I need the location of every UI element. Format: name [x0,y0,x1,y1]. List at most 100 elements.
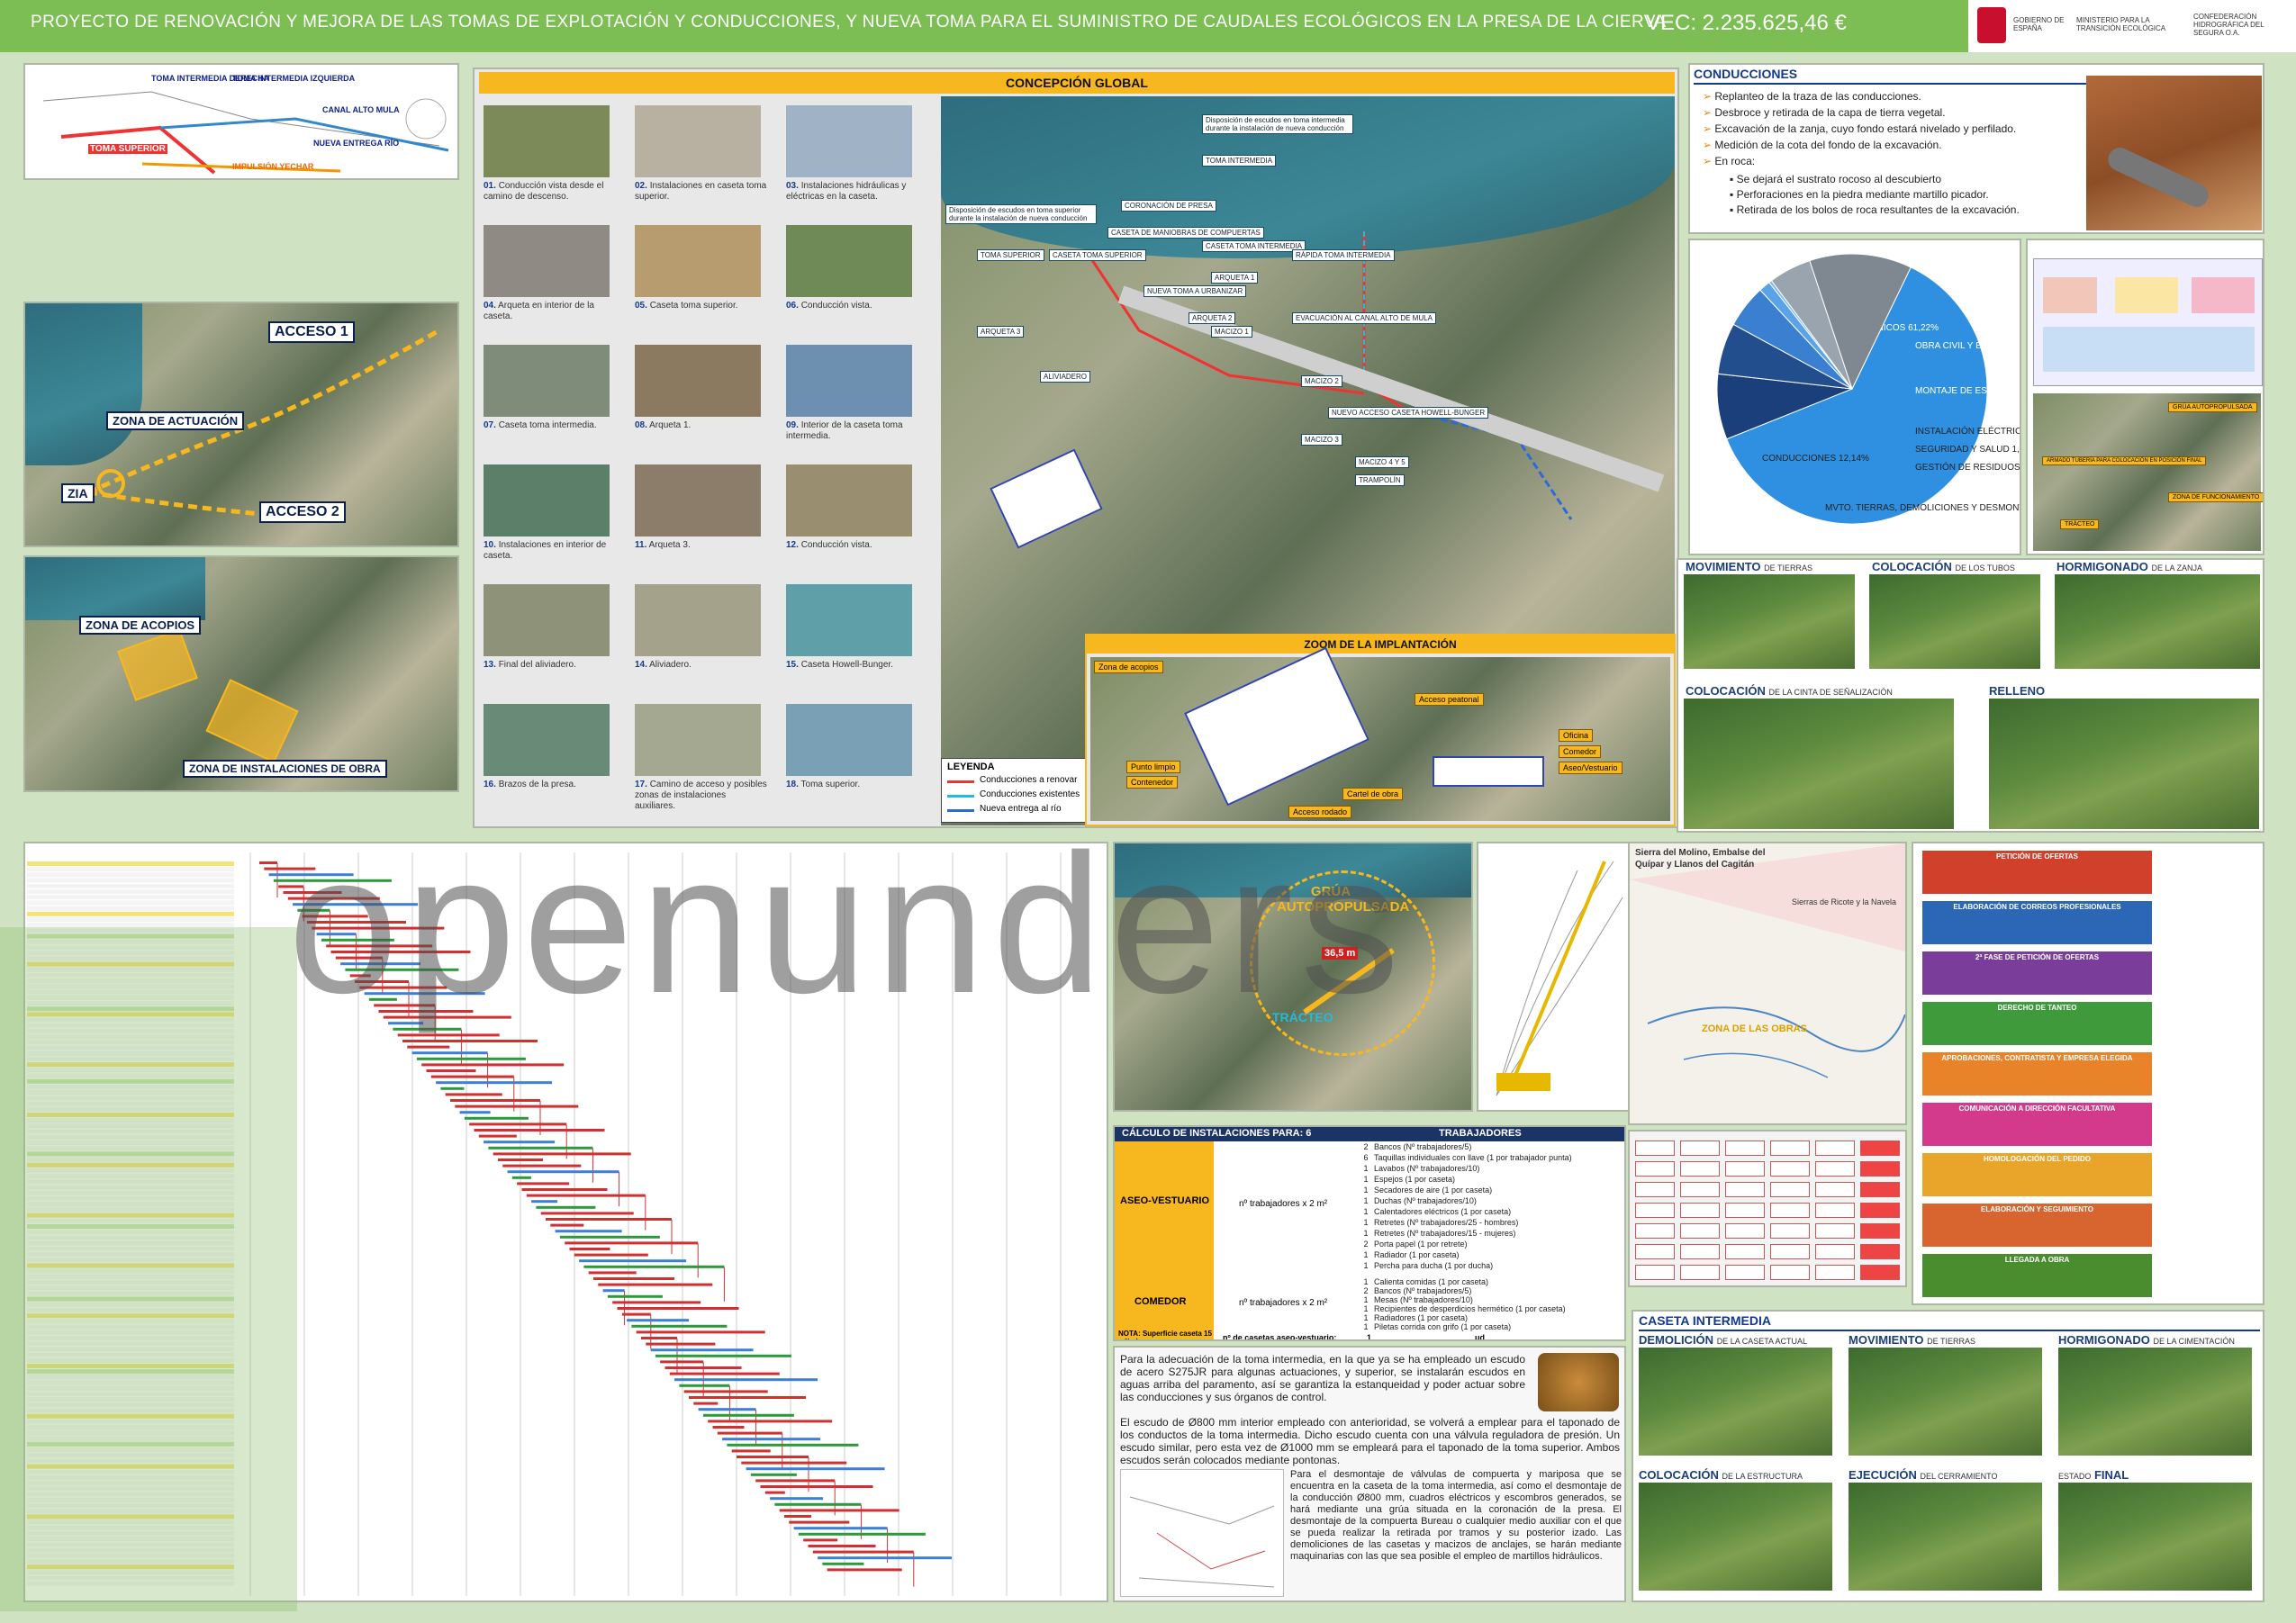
instalaciones-table: CÁLCULO DE INSTALACIONES PARA: 6 TRABAJA… [1113,1125,1626,1341]
gantt-bar-114 [798,1532,926,1536]
site-water [25,557,205,620]
gantt-bar-86 [664,1366,742,1369]
table-row-qty: 1 [1363,1207,1369,1216]
table-row-qty: 1 [1363,1175,1369,1184]
gantt-bar-83 [650,1348,754,1352]
gantt-bar-39 [440,1087,465,1090]
photo-caption-17: 17. Camino de acceso y posibles zonas de… [635,780,768,812]
process-box [1635,1141,1675,1156]
step-relleno-image [1989,699,2259,829]
gantt-bar-119 [822,1562,864,1565]
gantt-bar-63 [555,1230,622,1233]
flow-step-5: APROBACIONES, CONTRATISTA Y EMPRESA ELEG… [1922,1052,2152,1096]
gantt-bar-100 [731,1449,771,1453]
aerial-map: TOMA INTERMEDIA CORONACIÓN DE PRESA CASETA… [941,96,1676,826]
process-box [1770,1244,1810,1259]
comedor-label: COMEDOR [1134,1296,1187,1307]
gantt-row-10 [27,911,234,916]
zoom-tag-1: Zona de acopios [1094,661,1163,673]
caseta-intermedia: CASETA INTERMEDIA DEMOLICIÓN DE LA CASET… [1632,1310,2264,1602]
conducciones-subitem-2: ▪ Perforaciones en la piedra mediante ma… [1730,188,1989,201]
table-row-desc: Duchas (Nº trabajadores/10) [1374,1196,1477,1205]
photo-text-8: Arqueta 1. [649,420,692,430]
caseta-step-image-6 [2058,1483,2252,1591]
regional-zona: ZONA DE LAS OBRAS [1702,1023,1807,1034]
regional-svg [1630,843,1905,1078]
table-row-desc: Recipientes de desperdicios hermético (1… [1374,1304,1566,1313]
caseta-step-label-5: EJECUCIÓN DEL CERRAMIENTO [1849,1468,1998,1482]
process-box [1815,1161,1855,1177]
caseta-title-rule [1639,1330,2260,1331]
zoom-tag-8: Cartel de obra [1342,788,1404,800]
table-row-qty: 1 [1363,1164,1369,1173]
step-cinta-label: COLOCACIÓN DE LA CINTA DE SEÑALIZACIÓN [1686,684,1893,698]
gantt-bar-31 [402,1040,538,1042]
flow-step-title-9: LLEGADA A OBRA [2004,1256,2070,1264]
pie-label-5: SEGURIDAD Y SALUD 1,37% [1915,445,2020,455]
photo-num-9: 09. [786,420,799,430]
procurement-flow: PETICIÓN DE OFERTAS ELABORACIÓN DE CORREO… [1912,842,2264,1305]
gantt-row-8 [27,900,234,906]
step-colocacion-tubos-sub: DE LOS TUBOS [1955,564,2015,573]
step-hormigonado-sub: DE LA ZANJA [2151,564,2202,573]
gantt-bar-55 [517,1182,570,1186]
budget-pie-chart: VALVULERÍA Y ELECTROMECÁNICOS 61,22%OBRA… [1716,253,2020,525]
gantt-bar-92 [693,1402,719,1405]
table-row-desc: Piletas corrida con grifo (1 por caseta) [1374,1322,1512,1331]
photo-thumb-8 [635,345,761,417]
nota-label: NOTA: Superficie caseta 15 m²/ud [1118,1330,1212,1339]
step-movimiento-sub: DE TIERRAS [1764,564,1813,573]
gantt-bar-91 [689,1396,806,1399]
gantt-bar-110 [779,1509,899,1512]
gantt-bar-95 [708,1420,833,1423]
table-row: 1 Secadores de aire (1 por caseta) [1358,1186,1624,1195]
photo-grid: 01. Conducción vista desde el camino de … [484,105,934,825]
gantt-bar-40 [445,1093,502,1096]
gantt-bar-50 [493,1152,631,1156]
conducciones-item-text-1: Replanteo de la traza de las conduccione… [1714,90,1921,103]
map-tag-11: ARQUETA 3 [977,326,1025,338]
bullet-square-icon: ▪ [1730,188,1737,201]
caseta-step-label-6: ESTADO FINAL [2058,1468,2129,1482]
gantt-bar-1 [259,861,277,864]
table-row-desc: Secadores de aire (1 por caseta) [1374,1186,1493,1195]
photo-thumb-11 [635,464,761,536]
pie-label-7: MVTO. TIERRAS, DEMOLICIONES Y DESMONTAJE… [1825,503,2020,513]
photo-text-15: Caseta Howell-Bunger. [800,660,893,670]
table-row-qty: 2 [1363,1142,1369,1151]
photo-num-6: 06. [786,301,799,311]
photo-thumb-18 [786,704,912,776]
gantt-bar-71 [593,1277,674,1280]
photo-num-18: 18. [786,780,799,789]
conducciones-subitem-1: ▪ Se dejará el sustrato rocoso al descub… [1730,173,1941,185]
conducciones-subitem-text-3: Retirada de los bolos de roca resultante… [1736,203,2020,216]
table-row-desc: Porta papel (1 por retrete) [1374,1240,1468,1249]
gantt-bar-89 [679,1384,730,1387]
process-box [1680,1203,1720,1218]
gantt-bar-75 [612,1301,701,1304]
step-colocacion-tubos-title: COLOCACIÓN [1872,560,1952,573]
gantt-bar-82 [646,1342,716,1346]
caseta-step-image-3 [2058,1348,2252,1456]
crane-plan-thumb: GRÚA AUTOPROPULSADA ARMADO TUBERÍA PARA … [2033,393,2263,551]
gantt-bar-58 [531,1200,558,1204]
dismantle-sketch [1120,1469,1284,1597]
process-box [1815,1265,1855,1280]
step-movimiento-label: MOVIMIENTO DE TIERRAS [1686,560,1812,573]
photo-thumb-13 [484,584,610,656]
caseta-step-sub-2: DE TIERRAS [1927,1337,1976,1346]
plan-label-canal: CANAL ALTO MULA [322,105,400,114]
process-box [1860,1223,1900,1239]
aseo-label: ASEO-VESTUARIO [1120,1195,1210,1206]
gantt-bar-98 [722,1438,821,1441]
conducciones-item-text-4: Medición de la cota del fondo de la exca… [1714,139,1942,151]
gantt-row-3 [27,872,234,878]
crane-thumb-posicion: ZONA DE FUNCIONAMIENTO [2168,492,2263,502]
photo-thumb-12 [786,464,912,536]
org-box-1 [2043,277,2097,313]
gantt-bar-59 [536,1205,596,1209]
photo-thumb-2 [635,105,761,177]
zoom-tag-3: Oficina [1559,729,1594,742]
process-box [1860,1244,1900,1259]
conducciones-subitem-text-2: Perforaciones en la piedra mediante mart… [1736,188,1989,201]
